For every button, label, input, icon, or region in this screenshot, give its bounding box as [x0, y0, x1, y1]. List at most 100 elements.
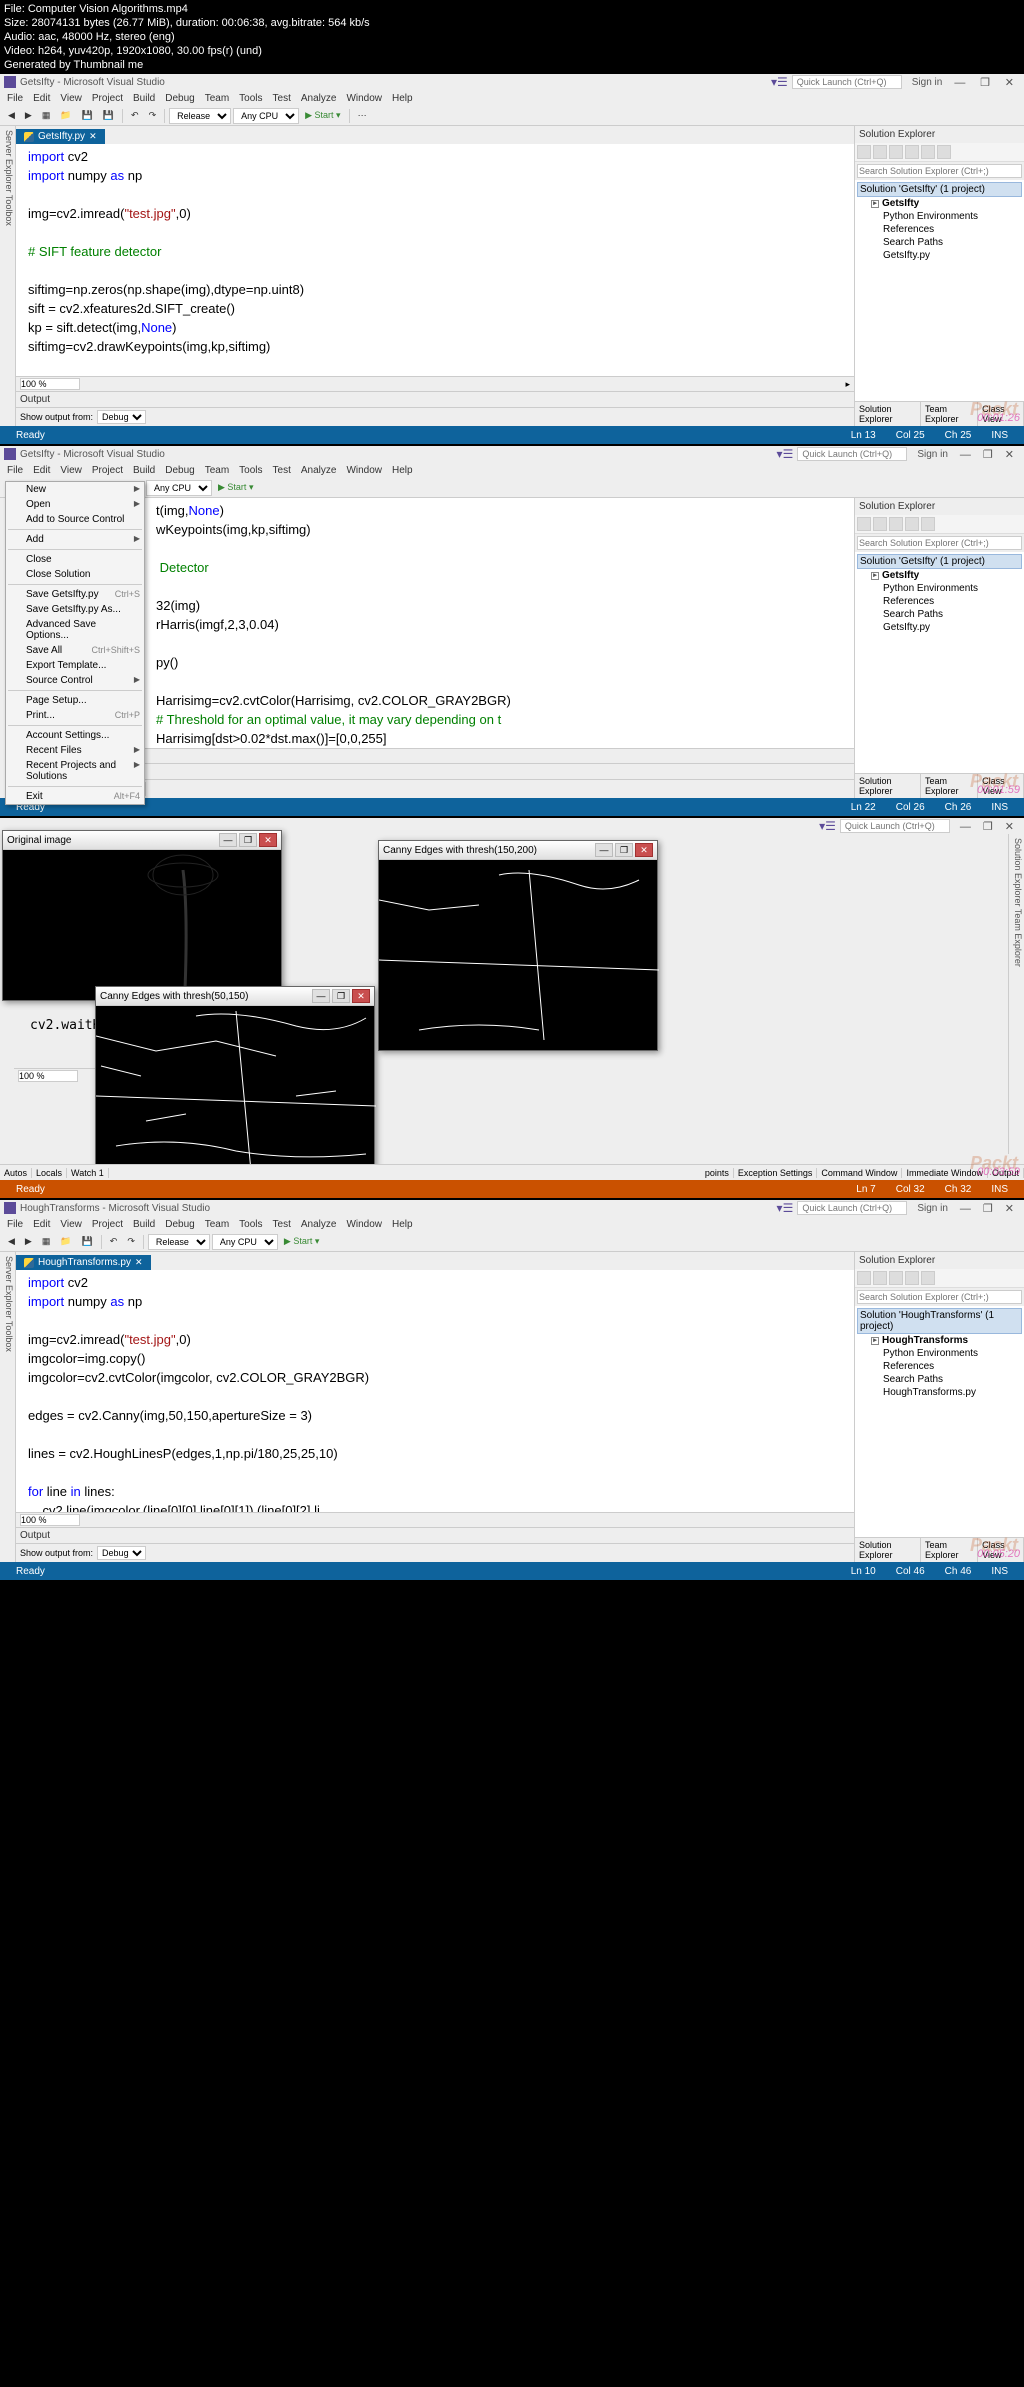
menu-item[interactable]: Advanced Save Options...: [6, 617, 144, 643]
solution-root-node[interactable]: Solution 'HoughTransforms' (1 project): [857, 1308, 1022, 1334]
menu-edit[interactable]: Edit: [28, 465, 55, 476]
window-titlebar[interactable]: GetsIfty - Microsoft Visual Studio ▾☰ Si…: [0, 446, 1024, 462]
menu-tools[interactable]: Tools: [234, 465, 267, 476]
panel-tab[interactable]: Solution Explorer: [855, 1538, 921, 1562]
menu-item[interactable]: Page Setup...: [6, 693, 144, 708]
menu-item[interactable]: Close: [6, 552, 144, 567]
tree-node[interactable]: ▸HoughTransforms: [857, 1334, 1022, 1347]
menu-team[interactable]: Team: [200, 1219, 234, 1230]
solution-tree[interactable]: Solution 'HoughTransforms' (1 project)▸H…: [855, 1306, 1024, 1537]
menu-item[interactable]: New▶: [6, 482, 144, 497]
notifications-icon[interactable]: ▾☰: [771, 75, 788, 89]
menu-edit[interactable]: Edit: [28, 1219, 55, 1230]
panel-tab[interactable]: Class View: [978, 774, 1024, 798]
nav-back-button[interactable]: ◀: [4, 108, 19, 123]
editor-tab[interactable]: HoughTransforms.py✕: [16, 1255, 151, 1270]
save-all-button[interactable]: 💾: [99, 108, 118, 123]
menu-tools[interactable]: Tools: [234, 1219, 267, 1230]
menu-view[interactable]: View: [55, 1219, 87, 1230]
minimize-button[interactable]: —: [948, 77, 971, 89]
menu-help[interactable]: Help: [387, 93, 418, 104]
panel-tab[interactable]: Solution Explorer: [855, 774, 921, 798]
maximize-button[interactable]: ❐: [974, 77, 996, 89]
platform-dropdown[interactable]: Any CPU: [233, 108, 299, 124]
menu-tools[interactable]: Tools: [234, 93, 267, 104]
maximize-icon[interactable]: ❐: [239, 833, 257, 847]
menu-test[interactable]: Test: [268, 1219, 296, 1230]
code-editor[interactable]: import cv2 import numpy as np img=cv2.im…: [16, 144, 854, 376]
menu-item[interactable]: Recent Projects and Solutions▶: [6, 758, 144, 784]
canny-high-thresh-window[interactable]: Canny Edges with thresh(150,200)—❐✕: [378, 840, 658, 1051]
menu-item[interactable]: Recent Files▶: [6, 743, 144, 758]
menu-view[interactable]: View: [55, 93, 87, 104]
panel-tab[interactable]: Team Explorer: [921, 1538, 978, 1562]
scroll-right-icon[interactable]: ▸: [845, 379, 850, 390]
menu-file[interactable]: File: [2, 93, 28, 104]
left-toolbox-sidebar[interactable]: Server Explorer Toolbox: [0, 1252, 16, 1562]
menu-item[interactable]: Save GetsIfty.pyCtrl+S: [6, 587, 144, 602]
menu-file[interactable]: File: [2, 465, 28, 476]
menu-project[interactable]: Project: [87, 1219, 128, 1230]
tree-node[interactable]: Search Paths: [857, 1373, 1022, 1386]
panel-tab[interactable]: Class View: [978, 1538, 1024, 1562]
autos-tab[interactable]: Autos: [0, 1168, 32, 1178]
menu-debug[interactable]: Debug: [160, 1219, 199, 1230]
menu-item[interactable]: Account Settings...: [6, 728, 144, 743]
tree-node[interactable]: ▸GetsIfty: [857, 569, 1022, 582]
start-button[interactable]: ▶ Start ▾: [301, 108, 344, 123]
tree-node[interactable]: ▸GetsIfty: [857, 197, 1022, 210]
maximize-button[interactable]: ❐: [977, 449, 999, 461]
tree-node[interactable]: References: [857, 223, 1022, 236]
redo-button[interactable]: ↷: [145, 108, 161, 123]
platform-dropdown[interactable]: Any CPU: [146, 480, 212, 496]
menu-test[interactable]: Test: [268, 465, 296, 476]
menu-analyze[interactable]: Analyze: [296, 1219, 342, 1230]
tree-node[interactable]: Python Environments: [857, 210, 1022, 223]
sign-in-link[interactable]: Sign in: [917, 449, 948, 460]
nav-fwd-button[interactable]: ▶: [21, 108, 36, 123]
menu-project[interactable]: Project: [87, 93, 128, 104]
close-button[interactable]: ✕: [999, 449, 1020, 461]
menu-view[interactable]: View: [55, 465, 87, 476]
menu-help[interactable]: Help: [387, 465, 418, 476]
solution-root-node[interactable]: Solution 'GetsIfty' (1 project): [857, 182, 1022, 197]
solution-tree[interactable]: Solution 'GetsIfty' (1 project)▸GetsIfty…: [855, 552, 1024, 773]
panel-tab[interactable]: Solution Explorer: [855, 402, 921, 426]
menu-test[interactable]: Test: [268, 93, 296, 104]
minimize-button[interactable]: —: [954, 449, 977, 461]
left-toolbox-sidebar[interactable]: Server Explorer Toolbox: [0, 126, 16, 426]
menu-item[interactable]: Source Control▶: [6, 673, 144, 688]
menu-item[interactable]: Add to Source Control: [6, 512, 144, 527]
output-source-dropdown[interactable]: Debug: [97, 410, 146, 424]
save-button[interactable]: 💾: [78, 108, 97, 123]
panel-tab[interactable]: Class View: [978, 402, 1024, 426]
menu-window[interactable]: Window: [341, 1219, 387, 1230]
quick-launch-input[interactable]: [792, 75, 902, 89]
menu-build[interactable]: Build: [128, 1219, 160, 1230]
notifications-icon[interactable]: ▾☰: [777, 1201, 794, 1215]
menu-file[interactable]: File: [2, 1219, 28, 1230]
tree-node[interactable]: Python Environments: [857, 582, 1022, 595]
right-dock-sidebar[interactable]: Solution Explorer Team Explorer: [1008, 834, 1024, 1154]
menu-item[interactable]: ExitAlt+F4: [6, 789, 144, 804]
notifications-icon[interactable]: ▾☰: [819, 819, 836, 833]
quick-launch-input[interactable]: [797, 447, 907, 461]
config-dropdown[interactable]: Release: [169, 108, 231, 124]
tree-node[interactable]: GetsIfty.py: [857, 621, 1022, 634]
menu-team[interactable]: Team: [200, 465, 234, 476]
tree-node[interactable]: HoughTransforms.py: [857, 1386, 1022, 1399]
panel-tab[interactable]: Team Explorer: [921, 774, 978, 798]
minimize-icon[interactable]: —: [219, 833, 237, 847]
menu-project[interactable]: Project: [87, 465, 128, 476]
window-titlebar[interactable]: GetsIfty - Microsoft Visual Studio ▾☰ Si…: [0, 74, 1024, 90]
tree-node[interactable]: Search Paths: [857, 236, 1022, 249]
menu-analyze[interactable]: Analyze: [296, 465, 342, 476]
watch-tab[interactable]: Watch 1: [67, 1168, 109, 1178]
menu-debug[interactable]: Debug: [160, 465, 199, 476]
tab-close-icon[interactable]: ✕: [89, 131, 97, 142]
tree-node[interactable]: Search Paths: [857, 608, 1022, 621]
start-button[interactable]: ▶ Start ▾: [214, 480, 257, 495]
menu-window[interactable]: Window: [341, 465, 387, 476]
zoom-input[interactable]: [20, 378, 80, 390]
tree-node[interactable]: References: [857, 1360, 1022, 1373]
